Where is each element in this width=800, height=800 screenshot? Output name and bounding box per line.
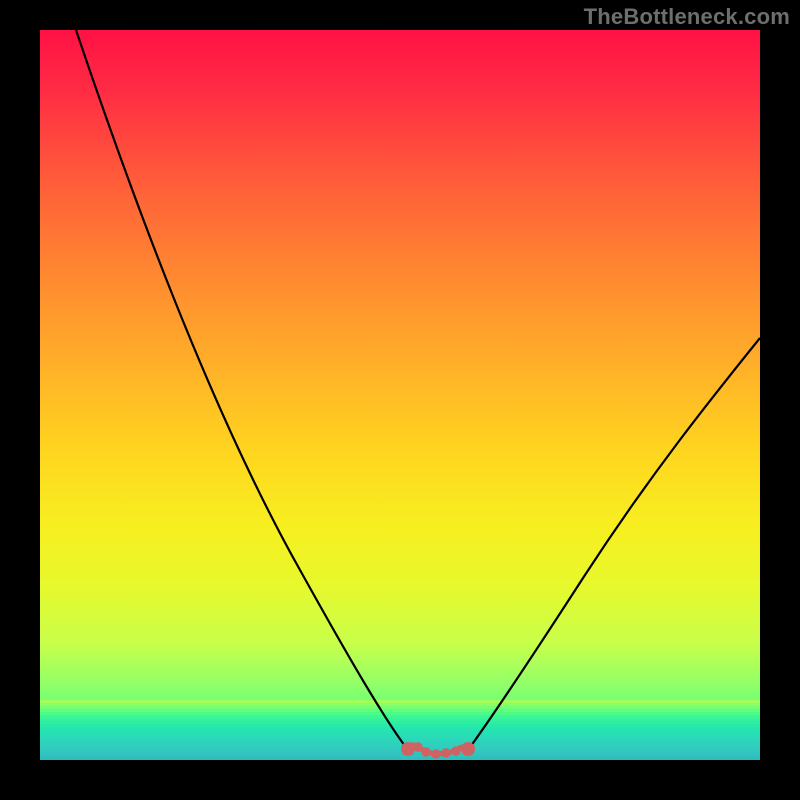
- left-curve: [76, 30, 408, 750]
- right-curve: [468, 338, 760, 750]
- chart-area: [40, 30, 760, 760]
- marker-band: [404, 745, 473, 757]
- watermark-text: TheBottleneck.com: [584, 4, 790, 30]
- chart-curves: [40, 30, 760, 760]
